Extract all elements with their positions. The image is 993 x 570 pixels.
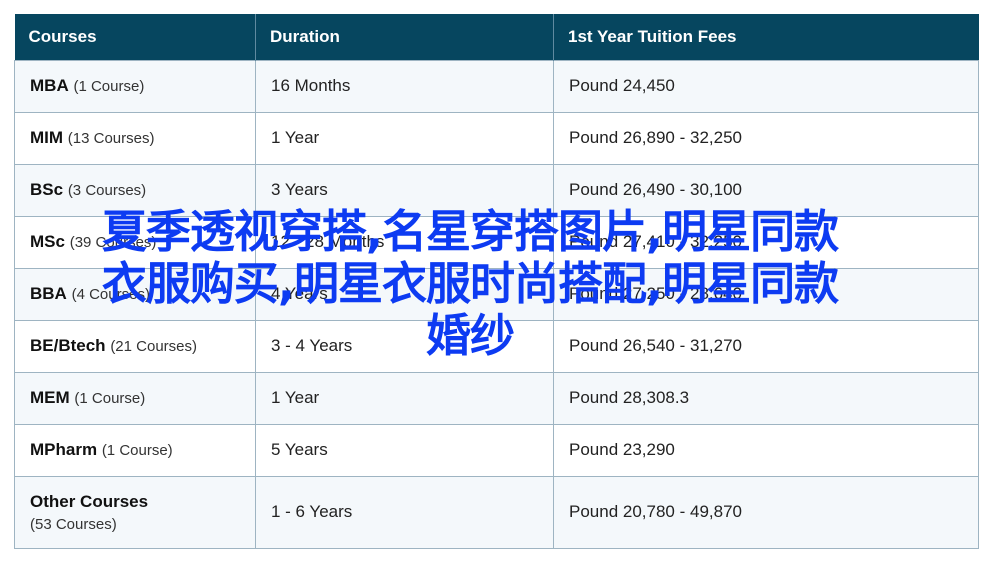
course-cell: MPharm (1 Course) — [14, 423, 256, 477]
header-courses: Courses — [14, 14, 256, 60]
watermark-overlay-text: 夏季透视穿搭,名星穿搭图片,明星同款 衣服购买,明星衣服时尚搭配,明星同款 婚纱 — [10, 206, 930, 362]
course-cell: MBA (1 Course) — [14, 59, 256, 113]
header-tuition-fees: 1st Year Tuition Fees — [553, 14, 979, 60]
table-row: MPharm (1 Course) 5 Years Pound 23,290 — [14, 423, 979, 477]
duration-cell: 1 Year — [255, 111, 554, 165]
duration-cell: 5 Years — [255, 423, 554, 477]
fees-cell: Pound 26,890 - 32,250 — [553, 111, 979, 165]
course-cell: Other Courses (53 Courses) — [14, 475, 256, 549]
header-duration: Duration — [255, 14, 554, 60]
course-count: (13 Courses) — [67, 130, 155, 147]
overlay-line: 夏季透视穿搭,名星穿搭图片,明星同款 — [101, 205, 839, 258]
course-name-link[interactable]: MIM — [30, 128, 63, 147]
overlay-line: 婚纱 — [425, 309, 515, 362]
table-header-row: Courses Duration 1st Year Tuition Fees — [14, 14, 979, 60]
fees-cell: Pound 20,780 - 49,870 — [553, 475, 979, 549]
course-count: (53 Courses) — [30, 515, 117, 533]
table-row: MEM (1 Course) 1 Year Pound 28,308.3 — [14, 371, 979, 425]
duration-cell: 1 Year — [255, 371, 554, 425]
course-name-link[interactable]: BSc — [30, 180, 63, 199]
table-row: Other Courses (53 Courses) 1 - 6 Years Po… — [14, 475, 979, 549]
course-cell: MEM (1 Course) — [14, 371, 256, 425]
course-name-link[interactable]: MPharm — [30, 440, 97, 459]
course-cell: MIM (13 Courses) — [14, 111, 256, 165]
course-count: (1 Course) — [74, 390, 146, 407]
table-row: MBA (1 Course) 16 Months Pound 24,450 — [14, 59, 979, 113]
course-name-link[interactable]: MEM — [30, 388, 70, 407]
course-count: (1 Course) — [101, 442, 173, 459]
fees-cell: Pound 23,290 — [553, 423, 979, 477]
duration-cell: 1 - 6 Years — [255, 475, 554, 549]
overlay-line: 衣服购买,明星衣服时尚搭配,明星同款 — [101, 257, 839, 310]
course-count: (3 Courses) — [67, 182, 147, 199]
fees-cell: Pound 28,308.3 — [553, 371, 979, 425]
course-count: (1 Course) — [73, 78, 145, 95]
duration-cell: 16 Months — [255, 59, 554, 113]
fees-cell: Pound 24,450 — [553, 59, 979, 113]
table-row: MIM (13 Courses) 1 Year Pound 26,890 - 3… — [14, 111, 979, 165]
course-name-link[interactable]: MBA — [30, 76, 69, 95]
course-name-link[interactable]: Other Courses — [30, 492, 148, 511]
